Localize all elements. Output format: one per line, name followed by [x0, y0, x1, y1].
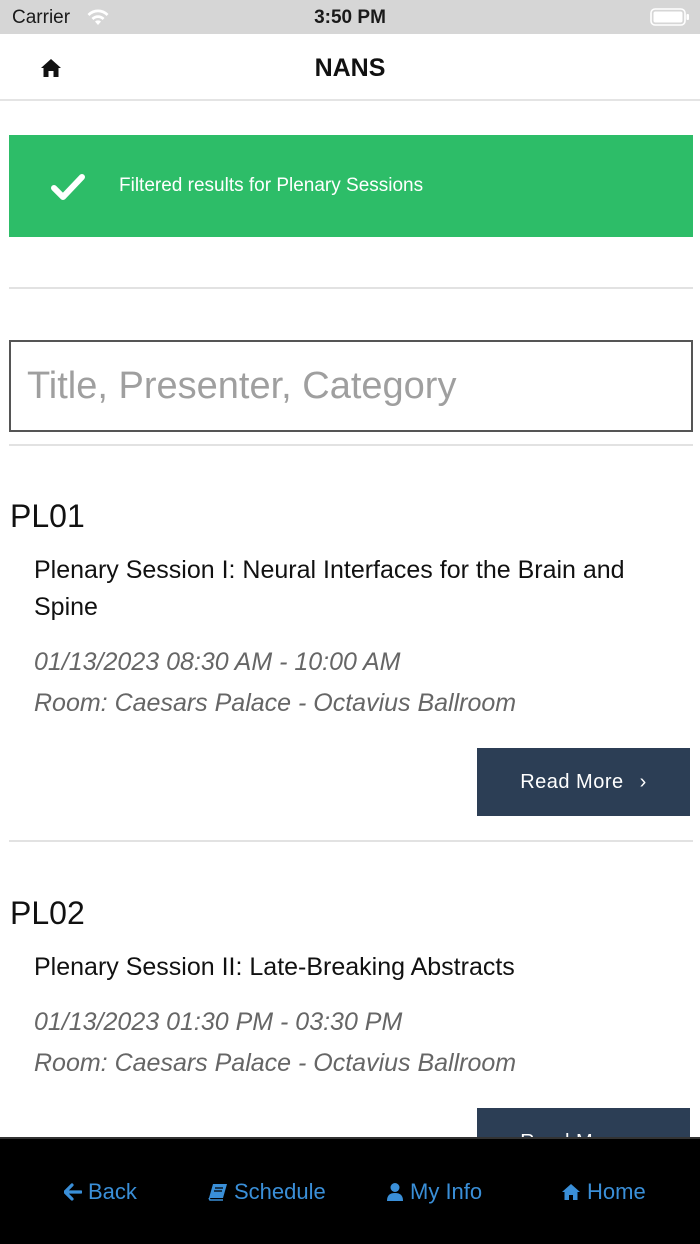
tab-bar: Back Schedule My Info Home	[0, 1137, 700, 1244]
divider	[9, 840, 693, 842]
session-datetime: 01/13/2023 08:30 AM - 10:00 AM	[34, 648, 401, 676]
session-room: Room: Caesars Palace - Octavius Ballroom	[34, 1049, 517, 1077]
read-more-label: Read More	[520, 770, 624, 793]
chevron-right-icon: ›	[639, 770, 647, 793]
status-bar: Carrier 3:50 PM	[0, 0, 700, 34]
tab-schedule[interactable]: Schedule	[208, 1179, 326, 1205]
nav-bar: NANS	[0, 34, 700, 101]
divider	[9, 444, 693, 446]
page-title: NANS	[314, 54, 386, 82]
tab-back[interactable]: Back	[64, 1179, 137, 1205]
search-box	[9, 340, 693, 432]
tab-my-info-label: My Info	[410, 1179, 483, 1204]
battery-icon	[650, 8, 689, 26]
home-icon	[562, 1184, 580, 1200]
tab-back-label: Back	[88, 1179, 137, 1204]
session-code: PL01	[10, 498, 85, 534]
read-more-button[interactable]: Read More ›	[477, 748, 690, 816]
check-icon	[51, 174, 85, 200]
session-title: Plenary Session II: Late-Breaking Abstra…	[34, 953, 515, 981]
tab-home-label: Home	[587, 1179, 646, 1204]
arrow-left-icon	[64, 1183, 82, 1201]
user-icon	[387, 1183, 403, 1201]
session-title: Plenary Session I: Neural Interfaces for…	[34, 556, 625, 621]
alert-message: Filtered results for Plenary Sessions	[119, 175, 424, 196]
search-input[interactable]	[11, 342, 691, 430]
divider	[9, 287, 693, 289]
tab-schedule-label: Schedule	[234, 1179, 326, 1204]
book-icon	[208, 1184, 227, 1201]
tab-my-info[interactable]: My Info	[386, 1179, 482, 1205]
status-time: 3:50 PM	[314, 7, 386, 28]
tab-home[interactable]: Home	[561, 1179, 646, 1205]
session-code: PL02	[10, 895, 85, 931]
session-room: Room: Caesars Palace - Octavius Ballroom	[34, 689, 517, 717]
session-datetime: 01/13/2023 01:30 PM - 03:30 PM	[34, 1008, 403, 1036]
filter-alert: Filtered results for Plenary Sessions	[9, 135, 693, 237]
